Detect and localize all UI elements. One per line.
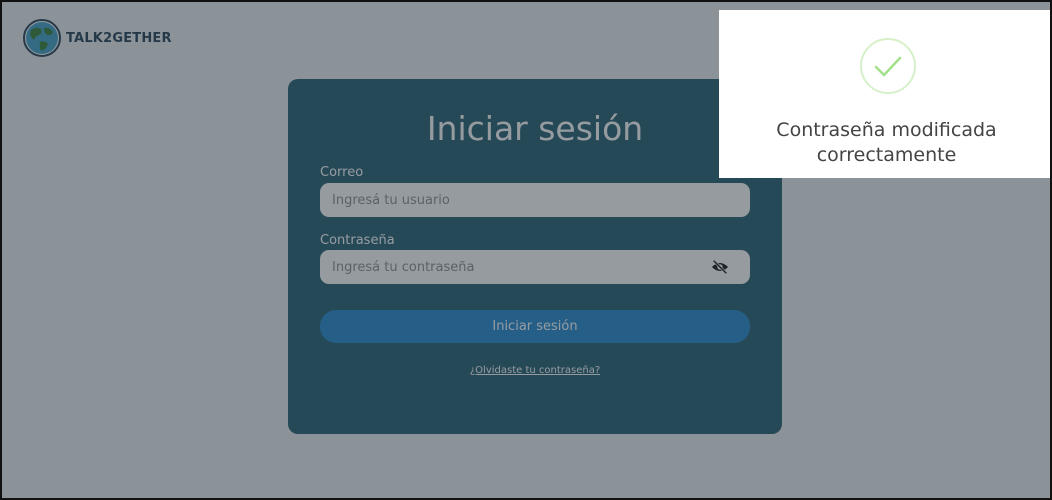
app-frame: TALK2GETHER Iniciar sesión Correo Contra…	[0, 0, 1052, 500]
success-toast: Contraseña modificada correctamente	[719, 10, 1050, 178]
check-circle-icon	[860, 38, 916, 94]
toast-message-line2: correctamente	[816, 144, 957, 166]
toast-message: Contraseña modificada correctamente	[739, 118, 1034, 168]
toast-message-line1: Contraseña modificada	[776, 119, 997, 141]
